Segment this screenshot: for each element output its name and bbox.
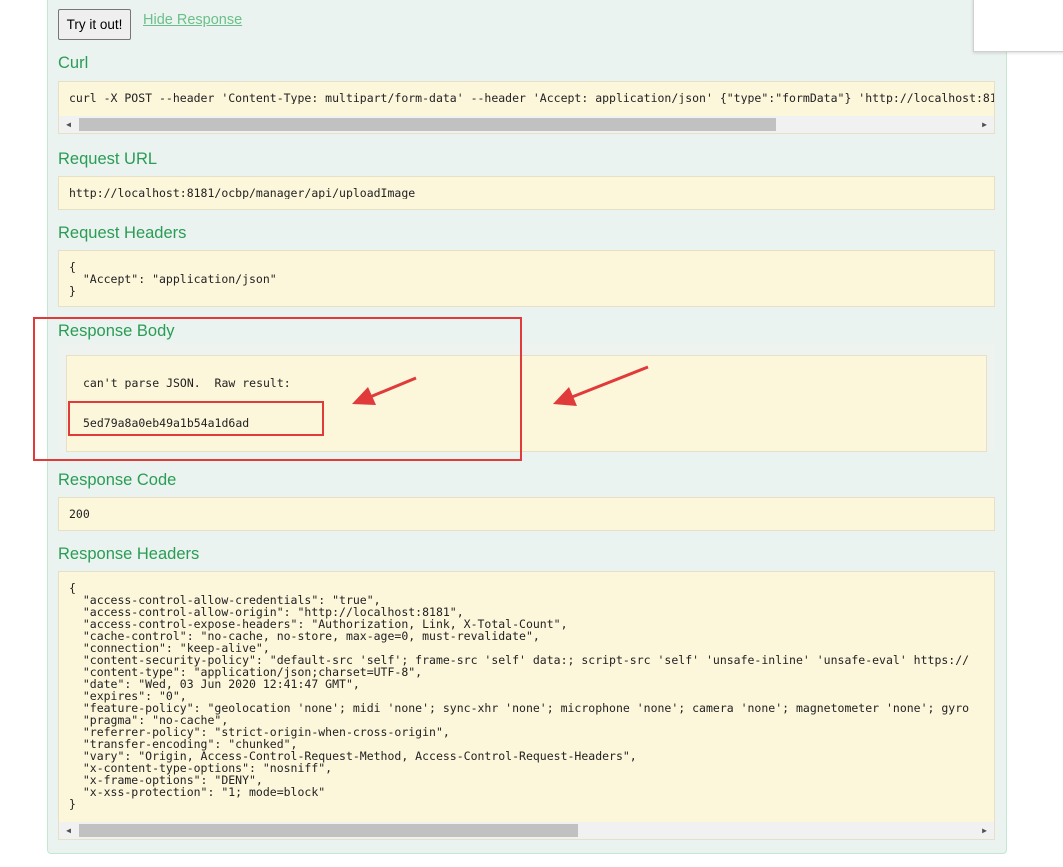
annotation-outer-rect (33, 317, 522, 461)
annotation-inner-rect (68, 401, 324, 436)
response-headers-body: { "access-control-allow-credentials": "t… (69, 582, 970, 810)
request-url-value: http://localhost:8181/ocbp/manager/api/u… (69, 187, 416, 199)
request-headers-title: Request Headers (58, 224, 187, 242)
response-headers-title: Response Headers (58, 545, 200, 563)
scroll-right-icon[interactable]: ▶ (976, 116, 993, 133)
response-headers-scrollbar[interactable]: ◀ ▶ (59, 822, 994, 839)
curl-command: curl -X POST --header 'Content-Type: mul… (69, 92, 994, 104)
hide-response-link[interactable]: Hide Response (143, 12, 242, 28)
popup-box (973, 0, 1063, 52)
curl-scroll-thumb[interactable] (79, 118, 776, 131)
response-headers-box: { "access-control-allow-credentials": "t… (58, 571, 995, 840)
request-headers-box: { "Accept": "application/json" } (58, 250, 995, 307)
response-code-title: Response Code (58, 471, 177, 489)
scroll-right-icon[interactable]: ▶ (976, 822, 993, 839)
scroll-left-icon[interactable]: ◀ (60, 822, 77, 839)
request-url-box: http://localhost:8181/ocbp/manager/api/u… (58, 176, 995, 210)
response-headers-scroll-thumb[interactable] (79, 824, 578, 837)
try-it-out-button[interactable]: Try it out! (58, 9, 131, 40)
curl-title: Curl (58, 54, 89, 72)
curl-box: curl -X POST --header 'Content-Type: mul… (58, 81, 995, 134)
request-url-title: Request URL (58, 150, 158, 168)
response-code-value: 200 (69, 508, 90, 520)
scroll-left-icon[interactable]: ◀ (60, 116, 77, 133)
response-code-box: 200 (58, 497, 995, 531)
curl-scrollbar[interactable]: ◀ ▶ (59, 116, 994, 133)
request-headers-body: { "Accept": "application/json" } (69, 261, 277, 297)
